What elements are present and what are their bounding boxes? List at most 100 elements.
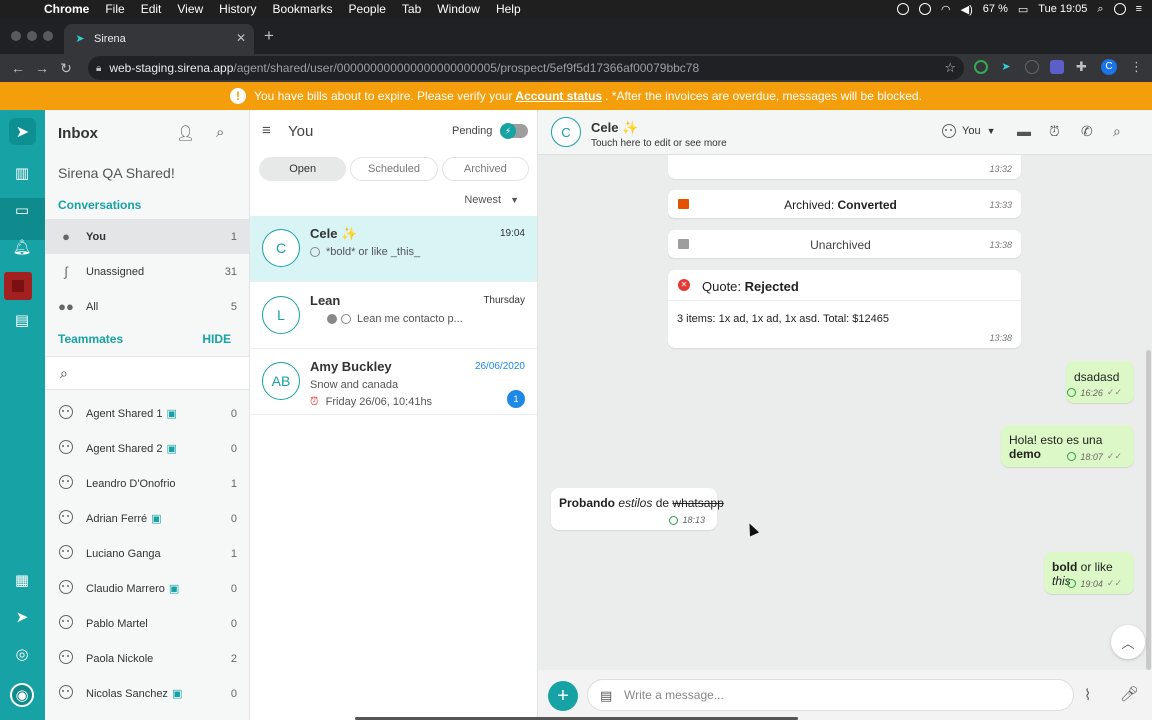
conversation-item[interactable]: C Cele ✨ 19:04 *bold* or like _this_ (250, 216, 537, 282)
conversation-item[interactable]: AB Amy Buckley 26/06/2020 Snow and canad… (250, 349, 537, 415)
teammate-row[interactable]: Adrian Ferré ▣ 0 (45, 501, 249, 536)
agent-face-icon (59, 510, 73, 524)
archive-icon[interactable]: ▬ (1017, 123, 1031, 139)
teammate-count: 2 (230, 652, 237, 665)
tab-close-icon[interactable]: ✕ (236, 31, 246, 45)
conversations-icon[interactable]: ▭ (12, 200, 32, 220)
stop-icon[interactable] (4, 272, 32, 300)
message-bubble-incoming[interactable]: Probando estilos de whatsapp 18:13 (551, 488, 724, 530)
search-icon[interactable]: ⌕ (1113, 123, 1121, 140)
chat-scrollbar[interactable] (1146, 350, 1151, 670)
chrome-menu-icon[interactable]: ⋮ (1130, 60, 1144, 74)
account-status-link[interactable]: Account status (515, 89, 602, 103)
folder-unassigned[interactable]: ∫ Unassigned 31 (45, 254, 249, 289)
add-attachment-button[interactable]: + (548, 681, 578, 711)
volume-icon[interactable]: ◀) (961, 3, 973, 16)
profile-avatar[interactable]: C (1101, 59, 1117, 75)
control-center-icon[interactable]: ≡ (1136, 3, 1142, 15)
menu-app-chrome[interactable]: Chrome (44, 2, 89, 16)
alarm-icon[interactable]: ⏰︎ (1049, 123, 1060, 140)
paperclip-icon[interactable]: ⌇ (1084, 686, 1091, 704)
scroll-up-button[interactable]: ︿ (1111, 625, 1145, 659)
templates-icon[interactable]: ▤ (600, 688, 612, 704)
extension-gray-icon[interactable] (1025, 60, 1039, 74)
menu-view[interactable]: View (177, 2, 203, 16)
teammate-row[interactable]: Agent Shared 1 ▣ 0 (45, 396, 249, 431)
tab-scheduled[interactable]: Scheduled (350, 157, 438, 181)
add-person-icon[interactable]: 👤︎ (176, 124, 195, 142)
microphone-icon[interactable]: 🎤︎ (1120, 685, 1139, 703)
bookmark-star-icon[interactable]: ☆ (944, 60, 956, 76)
message-input[interactable]: Write a message... (587, 679, 1074, 711)
extensions-puzzle-icon[interactable]: ✚ (1076, 60, 1090, 74)
menu-history[interactable]: History (219, 2, 256, 16)
chat-header[interactable]: C Cele ✨ Touch here to edit or see more … (538, 110, 1152, 155)
message-bubble-outgoing[interactable]: bold or like this 19:04 ✓✓ (1044, 552, 1134, 594)
teammate-row[interactable]: Leandro D'Onofrio 1 (45, 466, 249, 501)
window-close-button[interactable] (11, 31, 21, 41)
clock[interactable]: Tue 19:05 (1038, 3, 1087, 15)
sort-dropdown[interactable]: Newest ▼ (464, 194, 519, 206)
teammate-row[interactable]: Claudio Marrero ▣ 0 (45, 571, 249, 606)
reports-icon[interactable]: ▥ (12, 163, 32, 183)
menu-bookmarks[interactable]: Bookmarks (273, 2, 333, 16)
tab-archived[interactable]: Archived (441, 157, 529, 181)
extension-green-icon[interactable] (974, 60, 988, 74)
message-bubble-outgoing[interactable]: dsadasd 16:26 ✓✓ (1066, 361, 1134, 403)
whatsapp-icon (341, 314, 351, 324)
menu-window[interactable]: Window (437, 2, 480, 16)
teammate-row[interactable]: Pablo Martel 0 (45, 606, 249, 641)
menu-tab[interactable]: Tab (402, 2, 421, 16)
user-avatar-icon[interactable]: ◉ (10, 683, 34, 707)
folder-all[interactable]: ●● All 5 (45, 289, 249, 324)
search-icon[interactable]: ⌕ (216, 124, 224, 141)
back-icon[interactable]: ← (6, 60, 30, 76)
notifications-bell-icon[interactable]: 🔔︎ (12, 237, 32, 257)
menu-people[interactable]: People (349, 2, 386, 16)
help-lifebuoy-icon[interactable]: ◎ (12, 644, 32, 664)
menu-help[interactable]: Help (496, 2, 521, 16)
teammate-row[interactable]: Nicolas Sanchez ▣ 0 (45, 676, 249, 711)
agent-face-icon (59, 650, 73, 664)
send-icon[interactable]: ➤ (12, 607, 32, 627)
collapse-menu-icon[interactable]: ≡ (262, 122, 271, 139)
lock-icon[interactable]: 🔒︎ (96, 63, 101, 74)
reload-icon[interactable]: ↻ (54, 60, 78, 77)
phone-icon[interactable]: ✆ (1081, 123, 1093, 140)
teammate-row[interactable]: Agent Shared 2 ▣ 0 (45, 431, 249, 466)
assignee-dropdown[interactable]: You ▼ (942, 124, 995, 138)
conversation-item[interactable]: L Lean Thursday Lean me contacto p... (250, 283, 537, 349)
hide-teammates-button[interactable]: HIDE (202, 332, 231, 346)
quote-card[interactable]: ✕ Quote: Rejected 3 items: 1x ad, 1x ad,… (668, 270, 1021, 348)
extension-purple-icon[interactable] (1050, 60, 1064, 74)
new-tab-button[interactable]: + (264, 26, 274, 46)
address-bar[interactable]: 🔒︎ web-staging.sirena.app/agent/shared/u… (88, 56, 964, 80)
spotlight-icon[interactable]: ⌕ (1097, 3, 1103, 16)
forward-icon[interactable]: → (30, 60, 54, 76)
folder-you[interactable]: ● You 1 (45, 219, 249, 254)
message-preview: Lean me contacto p... (357, 313, 463, 325)
creative-cloud-icon[interactable] (897, 3, 910, 15)
message-text: Hola! esto es una (1009, 433, 1103, 447)
sirena-logo-icon[interactable]: ➤ (9, 118, 36, 145)
window-zoom-button[interactable] (43, 31, 53, 41)
templates-icon[interactable]: ▤ (12, 310, 32, 330)
battery-icon[interactable]: ▭ (1018, 3, 1028, 16)
system-event: 13:32 (668, 155, 1021, 179)
teammate-row[interactable]: Luciano Ganga 1 (45, 536, 249, 571)
sirena-extension-icon[interactable]: ➤ (999, 60, 1013, 74)
apps-grid-icon[interactable]: ▦ (12, 570, 32, 590)
tab-open[interactable]: Open (259, 157, 347, 181)
wifi-icon[interactable]: ◠ (941, 3, 951, 16)
message-bubble-outgoing[interactable]: Hola! esto es una demo 18:07 ✓✓ (1001, 425, 1134, 467)
menu-file[interactable]: File (105, 2, 124, 16)
window-minimize-button[interactable] (27, 31, 37, 41)
rejected-icon: ✕ (678, 279, 690, 291)
siri-icon[interactable] (1113, 3, 1126, 15)
teammate-search-input[interactable]: ⌕ (45, 356, 249, 390)
pending-toggle[interactable]: ⚡︎ (500, 123, 528, 139)
teammate-row[interactable]: Paola Nickole 2 (45, 641, 249, 676)
browser-tab-sirena[interactable]: ➤ Sirena ✕ (64, 24, 254, 54)
menu-edit[interactable]: Edit (141, 2, 162, 16)
status-app-icon[interactable] (919, 3, 932, 15)
